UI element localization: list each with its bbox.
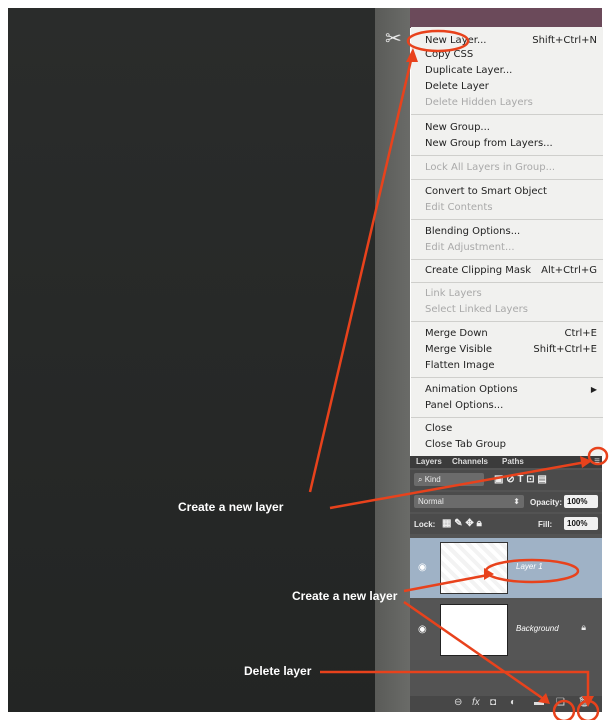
arrowhead [538, 693, 550, 704]
screenshot-frame: ✂ New Layer... Shift+Ctrl+N Copy CSS Dupl… [0, 0, 610, 720]
arrow-heads [406, 48, 594, 707]
arrow-to-delete-button [320, 670, 590, 700]
highlight-panel-menu [587, 446, 609, 466]
annotation-overlay [308, 29, 609, 720]
arrowhead [484, 568, 494, 580]
highlight-new-layer-button [552, 699, 576, 720]
arrow-to-layer-1 [403, 573, 489, 593]
callout-delete-layer: Delete layer [244, 664, 312, 678]
annotation-marks [308, 29, 609, 720]
highlight-layer-1 [484, 558, 580, 584]
arrowhead [406, 48, 418, 62]
arrow-to-new-layer-menu [308, 55, 414, 493]
arrow-to-new-layer-button [403, 600, 546, 702]
arrow-to-panel-menu [329, 460, 587, 510]
highlight-new-layer-menu [406, 29, 470, 53]
callout-create-new-layer-menu: Create a new layer [178, 500, 284, 514]
callout-create-new-layer-button: Create a new layer [292, 589, 398, 603]
